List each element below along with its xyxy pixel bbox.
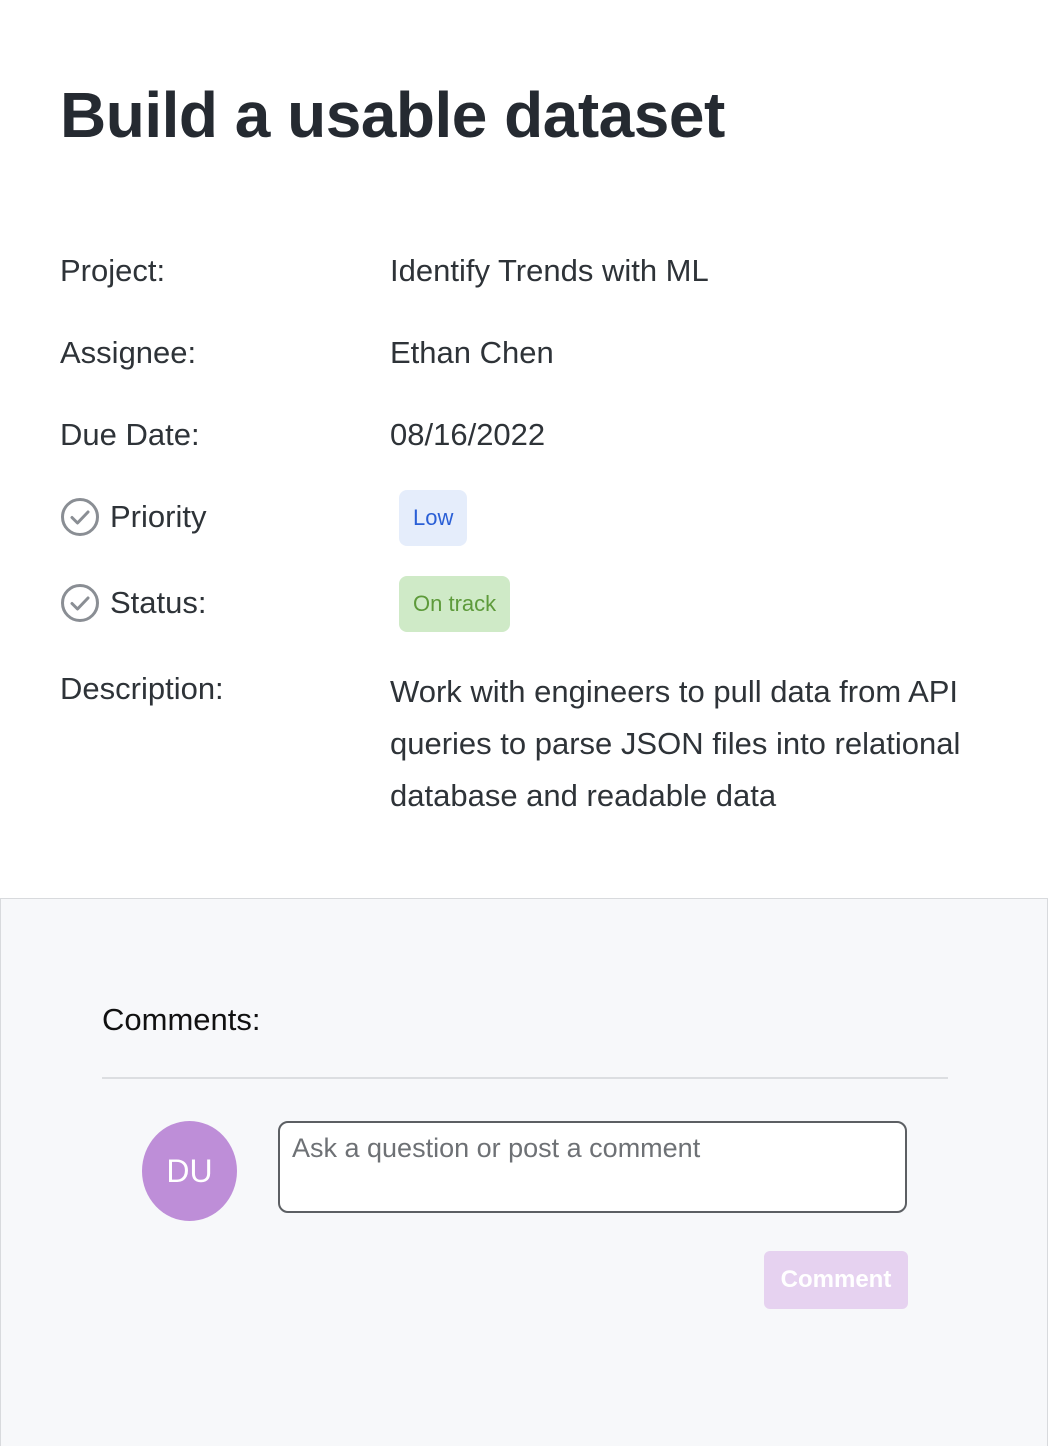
priority-badge[interactable]: Low: [399, 490, 468, 546]
description-label: Description:: [60, 671, 224, 706]
description-value: Work with engineers to pull data from AP…: [390, 674, 961, 813]
project-label: Project:: [60, 253, 166, 288]
status-badge[interactable]: On track: [399, 576, 511, 632]
due-date-value: 08/16/2022: [390, 417, 546, 452]
task-detail-page: Build a usable dataset Project: Identify…: [0, 0, 1048, 1446]
assignee-value: Ethan Chen: [390, 335, 554, 370]
avatar: DU: [142, 1121, 237, 1221]
check-circle-icon: [60, 583, 100, 623]
comments-label: Comments:: [102, 1002, 261, 1037]
due-date-label: Due Date:: [60, 417, 200, 452]
page-title: Build a usable dataset: [60, 79, 725, 151]
status-label: Status:: [110, 585, 207, 620]
check-circle-icon: [60, 497, 100, 537]
comment-input[interactable]: [278, 1121, 907, 1213]
project-value: Identify Trends with ML: [390, 253, 709, 288]
priority-label: Priority: [110, 499, 207, 534]
comment-button[interactable]: Comment: [764, 1251, 908, 1309]
assignee-label: Assignee:: [60, 335, 197, 370]
comments-divider: [102, 1077, 948, 1079]
priority-label-row: Priority: [60, 497, 206, 537]
comments-panel: Comments: DU Comment: [0, 898, 1048, 1446]
status-label-row: Status:: [60, 583, 207, 623]
